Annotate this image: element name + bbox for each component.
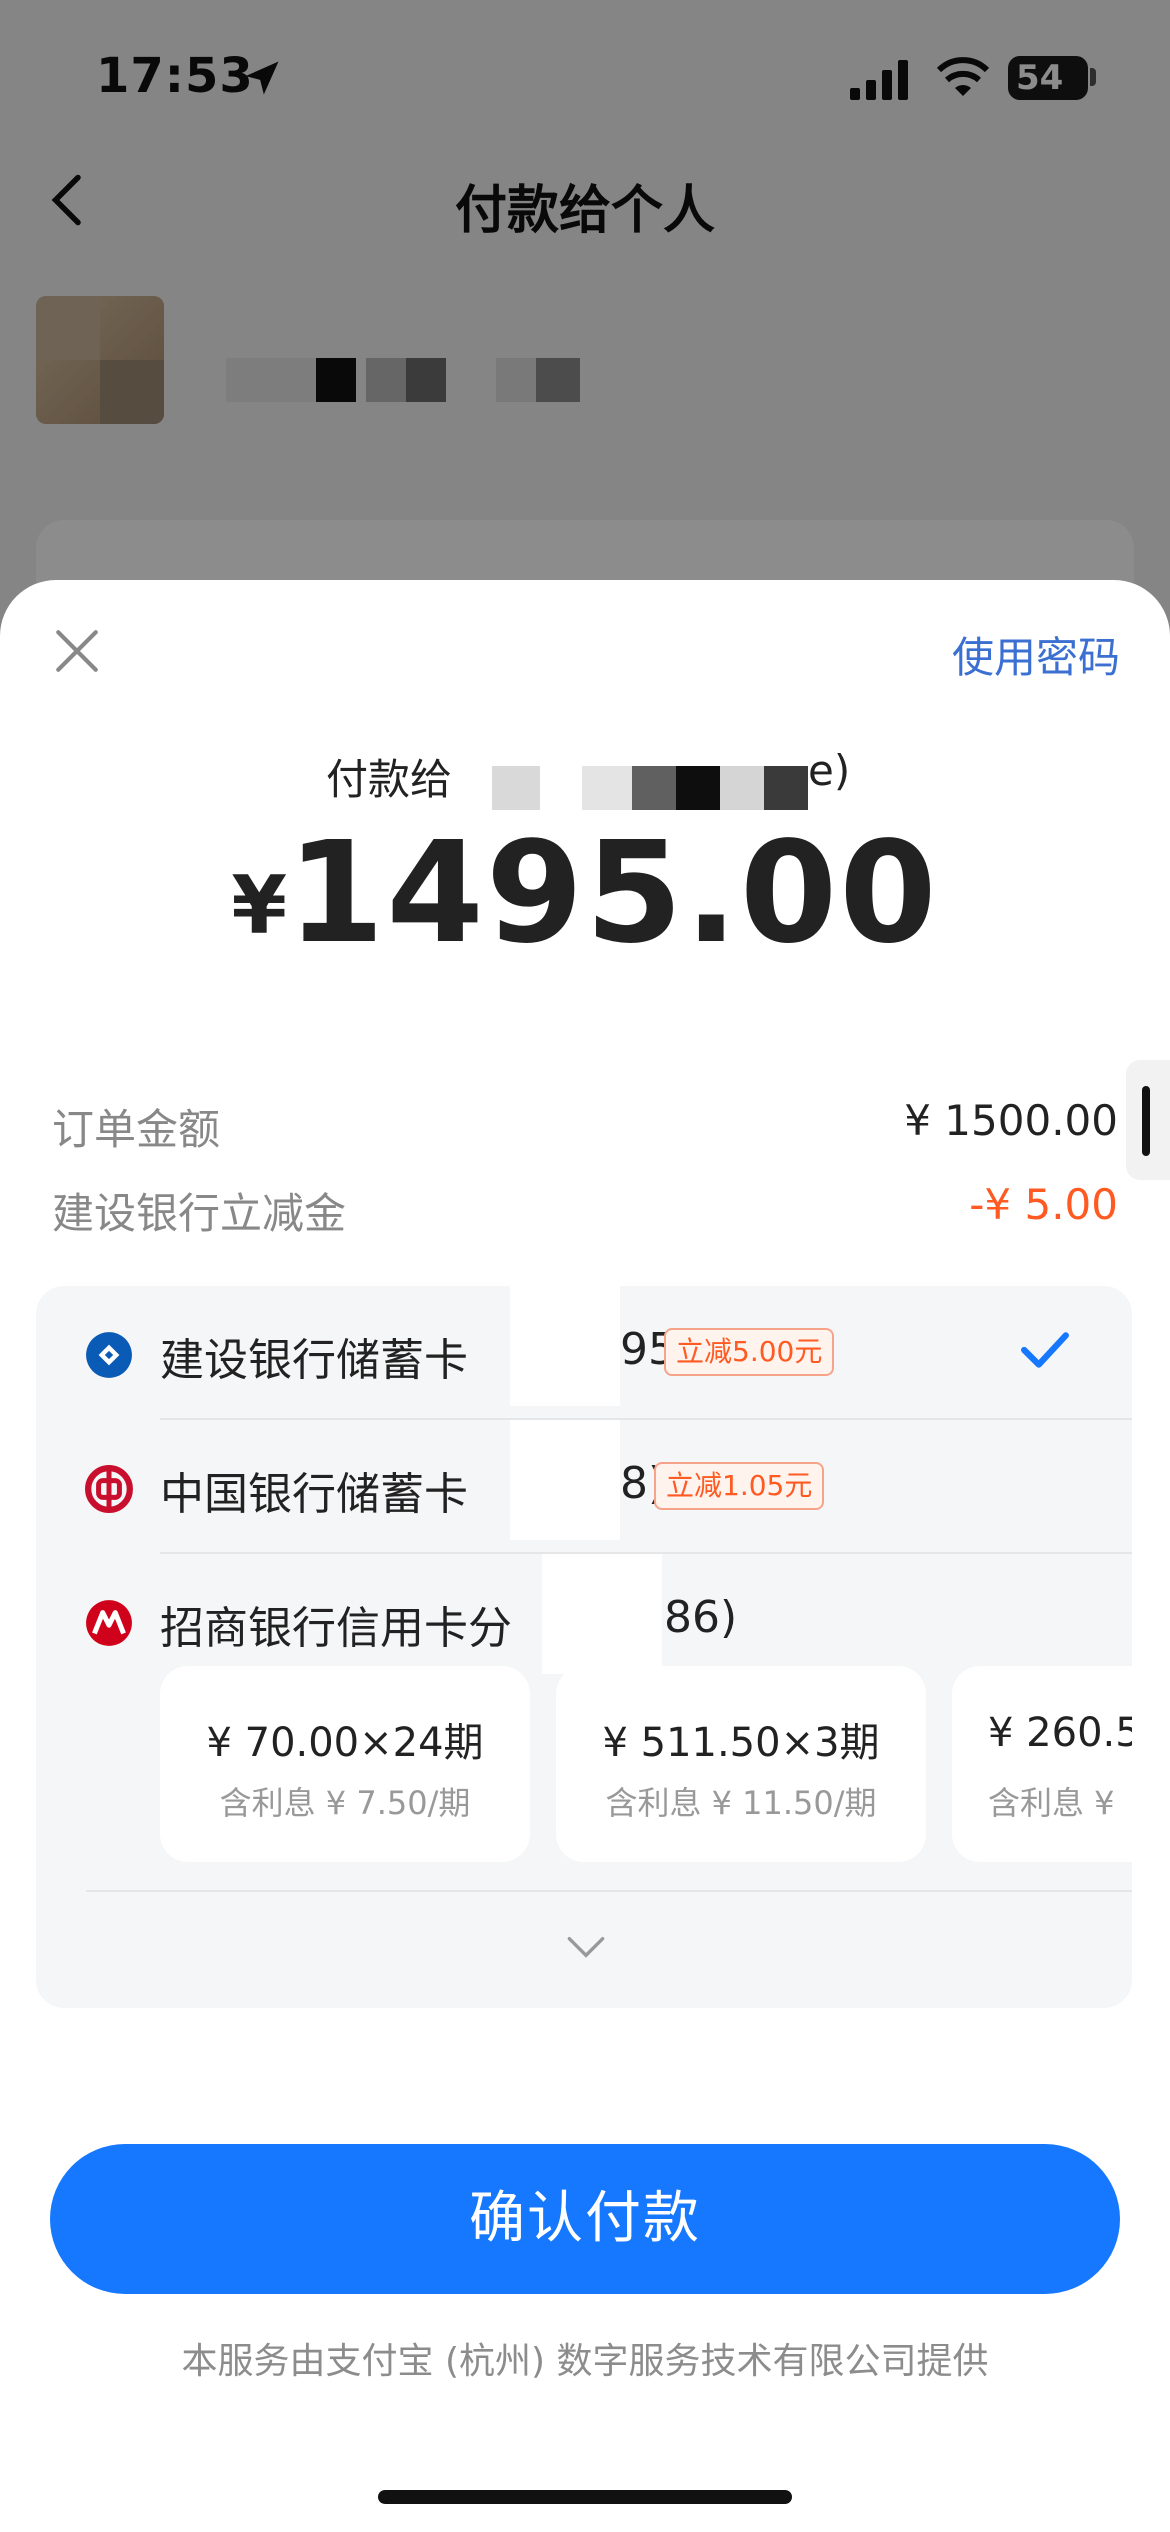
discount-value: -¥ 5.00 [969,1180,1118,1229]
close-icon[interactable] [52,626,102,676]
payment-method-cmb[interactable]: 招商银行信用卡分 86) [36,1554,1132,1684]
discount-row: 建设银行立减金 -¥ 5.00 [52,1180,1118,1240]
payment-sheet: 使用密码 付款给 e) ¥1495.00 订单金额 ¥ 1500.00 建设银行… [0,580,1170,2532]
installment-interest: 含利息 ¥ [988,1784,1115,1822]
method-name: 招商银行信用卡分 [160,1603,512,1654]
redacted-block [764,766,808,810]
boc-bank-icon [85,1465,133,1513]
redacted-block [720,766,764,810]
installment-option[interactable]: ¥ 70.00×24期 含利息 ¥ 7.50/期 [160,1666,530,1862]
redacted-block [510,1286,620,1406]
order-amount-label: 订单金额 [52,1105,221,1154]
promo-badge: 立减1.05元 [654,1462,825,1510]
pay-to-suffix: e) [808,746,851,795]
payment-amount: ¥1495.00 [0,812,1170,975]
divider [86,1890,1132,1892]
discount-label: 建设银行立减金 [52,1189,347,1238]
service-provider-note: 本服务由支付宝 (杭州) 数字服务技术有限公司提供 [181,2341,989,2382]
redacted-block [582,766,632,810]
method-name: 建设银行储蓄卡 [160,1335,468,1386]
method-name: 中国银行储蓄卡 [160,1469,468,1520]
installment-option[interactable]: ¥ 511.50×3期 含利息 ¥ 11.50/期 [556,1666,926,1862]
installment-plans: ¥ 70.00×24期 含利息 ¥ 7.50/期 ¥ 511.50×3期 含利息… [160,1666,1132,1862]
method-card-suffix: 86) [664,1592,738,1643]
pay-to-label: 付款给 [326,755,453,804]
redacted-block [632,766,676,810]
payment-methods-panel: 建设银行储蓄卡 95) 立减5.00元 中国银行储蓄卡 8) 立减1.05元 招… [36,1286,1132,2008]
order-amount-value: ¥ 1500.00 [904,1096,1118,1145]
amount-value: 1495.00 [287,812,939,975]
home-indicator[interactable] [378,2490,792,2504]
scroll-indicator[interactable] [1126,1060,1170,1180]
currency-symbol: ¥ [231,859,287,952]
ccb-bank-icon [86,1332,132,1378]
checkmark-icon [1021,1332,1069,1368]
installment-interest: 含利息 ¥ 11.50/期 [605,1784,877,1822]
installment-amount: ¥ 260.5 [988,1710,1132,1756]
installment-amount: ¥ 511.50×3期 [602,1720,880,1766]
redacted-block [510,1420,620,1540]
order-amount-row: 订单金额 ¥ 1500.00 [52,1096,1118,1156]
redacted-block [676,766,720,810]
chevron-down-icon[interactable] [566,1934,606,1960]
use-password-link[interactable]: 使用密码 [952,624,1120,685]
payment-method-ccb[interactable]: 建设银行储蓄卡 95) 立减5.00元 [36,1286,1132,1416]
installment-amount: ¥ 70.00×24期 [206,1720,484,1766]
confirm-payment-button[interactable]: 确认付款 [50,2144,1120,2294]
payment-method-boc[interactable]: 中国银行储蓄卡 8) 立减1.05元 [36,1420,1132,1550]
installment-interest: 含利息 ¥ 7.50/期 [219,1784,471,1822]
promo-badge: 立减5.00元 [664,1328,835,1376]
installment-option[interactable]: ¥ 260.5 含利息 ¥ [952,1666,1132,1862]
redacted-block [492,766,540,810]
redacted-block [542,1554,662,1674]
cmb-bank-icon [86,1600,132,1646]
